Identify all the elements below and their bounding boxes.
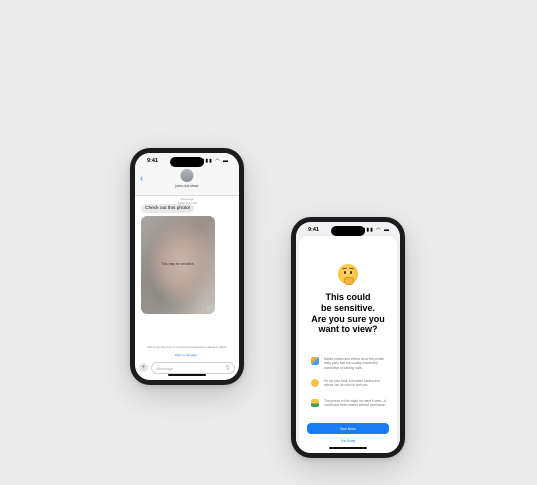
headline-line: want to view?: [318, 324, 378, 335]
message-input[interactable]: iMessage 🎙: [151, 362, 235, 374]
warning-headline: This could be sensitive. Are you sure yo…: [299, 292, 397, 335]
avatar[interactable]: [180, 169, 194, 182]
phone-messages: 9:41 ▮▮▮ ◠ ▬ ‹ jules.nos.straw iMessage …: [130, 148, 244, 385]
person-shared-icon: [311, 399, 319, 407]
messages-screen: 9:41 ▮▮▮ ◠ ▬ ‹ jules.nos.straw iMessage …: [135, 153, 239, 380]
reason-item: Naked photos and videos show the private…: [311, 357, 387, 370]
reason-text: The person in this might not want it see…: [324, 399, 387, 408]
plus-icon[interactable]: +: [139, 363, 148, 372]
sensitive-caption: This may be sensitive.: [161, 262, 195, 266]
phone-warning: 9:41 ▮▮▮ ◠ ▬ This could be sensitive. Ar…: [291, 217, 405, 458]
status-icons: ▮▮▮ ◠ ▬: [201, 158, 229, 164]
warning-sheet: This could be sensitive. Are you sure yo…: [299, 236, 397, 453]
thinking-face-icon: [338, 264, 358, 285]
reason-item: It's not your fault, but naked photos an…: [311, 379, 387, 388]
chevron-left-icon[interactable]: ‹: [140, 173, 143, 183]
conversation-header: 9:41 ▮▮▮ ◠ ▬ ‹ jules.nos.straw: [135, 153, 239, 196]
dynamic-island: [170, 157, 204, 167]
home-indicator: [168, 374, 206, 376]
status-time: 9:41: [147, 158, 159, 164]
compose-bar: + iMessage 🎙: [139, 362, 235, 374]
body-parts-icon: [311, 357, 319, 365]
message-bubble[interactable]: Check out this photo!: [141, 204, 195, 213]
headline-line: This could: [325, 292, 371, 302]
microphone-icon[interactable]: 🎙: [225, 365, 231, 371]
headline-line: Are you sure you: [311, 313, 385, 324]
eye-icon[interactable]: ◎: [207, 305, 211, 311]
warning-screen: 9:41 ▮▮▮ ◠ ▬ This could be sensitive. Ar…: [296, 222, 400, 453]
reason-text: It's not your fault, but naked photos an…: [324, 379, 380, 388]
help-note: Click to get help if you or a friend and…: [147, 346, 227, 349]
reason-text: Naked photos and videos show the private…: [324, 357, 385, 370]
status-time: 9:41: [308, 227, 320, 233]
reason-item: The person in this might not want it see…: [311, 399, 387, 408]
headline-line: be sensitive.: [320, 302, 376, 313]
home-indicator: [329, 447, 367, 449]
get-help-link[interactable]: Ways to Get Help...: [135, 353, 239, 357]
not-now-button[interactable]: Not Now: [307, 423, 389, 434]
face-icon: [311, 379, 319, 387]
status-icons: ▮▮▮ ◠ ▬: [362, 227, 390, 233]
blurred-photo[interactable]: This may be sensitive. ◎: [141, 216, 215, 314]
dynamic-island: [331, 226, 365, 236]
message-input-placeholder: iMessage: [156, 365, 174, 371]
im-sure-button[interactable]: I'm Sure: [299, 438, 397, 443]
contact-name[interactable]: jules.nos.straw: [135, 184, 239, 188]
